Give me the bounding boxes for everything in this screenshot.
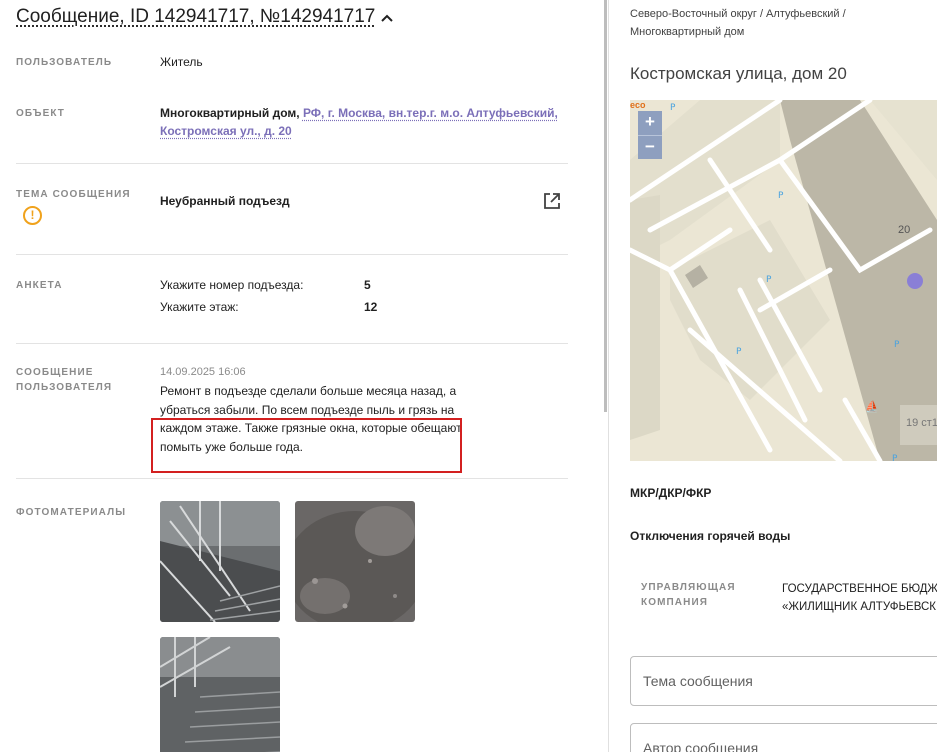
svg-text:P: P [894, 340, 900, 350]
author-field-placeholder: Автор сообщения [643, 740, 759, 752]
divider [16, 254, 568, 255]
user-message-label-line2: ПОЛЬЗОВАТЕЛЯ [16, 382, 113, 393]
user-label: ПОЛЬЗОВАТЕЛЬ [16, 57, 113, 68]
survey-answer: 12 [364, 300, 378, 314]
topic-value: Неубранный подъезд [160, 194, 290, 208]
survey-question: Укажите этаж: [160, 300, 239, 314]
message-date: 14.09.2025 16:06 [160, 366, 246, 378]
breadcrumb-line1[interactable]: Северо-Восточный округ / Алтуфьевский / [630, 8, 846, 20]
object-info-panel: Северо-Восточный округ / Алтуфьевский / … [609, 0, 937, 752]
chevron-up-icon[interactable] [381, 9, 394, 25]
management-company-value-line1: ГОСУДАРСТВЕННОЕ БЮДЖ [782, 583, 937, 595]
svg-text:P: P [736, 347, 742, 357]
management-company-value-line2: «ЖИЛИЩНИК АЛТУФЬЕВСК [782, 601, 937, 613]
photo-thumbnail[interactable] [160, 501, 280, 622]
topic-field[interactable]: Тема сообщения [630, 656, 937, 706]
object-type: Многоквартирный дом, [160, 106, 300, 120]
survey-label: АНКЕТА [16, 280, 63, 291]
scrollbar[interactable] [604, 0, 607, 412]
breadcrumb-line2[interactable]: Многоквартирный дом [630, 26, 744, 38]
zoom-out-button[interactable]: − [638, 135, 662, 159]
svg-text:P: P [892, 454, 898, 461]
management-company-label: УПРАВЛЯЮЩАЯ КОМПАНИЯ [641, 580, 736, 610]
management-company-label-line2: КОМПАНИЯ [641, 597, 709, 608]
object-label: ОБЪЕКТ [16, 108, 66, 119]
user-value: Житель [160, 55, 203, 69]
message-details-panel: Сообщение, ID 142941717, №142941717 ПОЛЬ… [0, 0, 604, 752]
divider [16, 343, 568, 344]
map-house-label: 19 ст1 [906, 417, 937, 429]
warning-icon: ! [23, 206, 42, 225]
svg-text:P: P [670, 103, 676, 113]
author-field[interactable]: Автор сообщения [630, 723, 937, 752]
open-external-icon[interactable] [542, 191, 562, 211]
object-address-link[interactable]: РФ, г. Москва, вн.тер.г. м.о. Алтуфьевск… [303, 106, 558, 120]
object-value: Многоквартирный дом, РФ, г. Москва, вн.т… [160, 104, 570, 140]
svg-text:P: P [766, 275, 772, 285]
mkr-section-title: МКР/ДКР/ФКР [630, 486, 712, 500]
user-message-label-line1: СООБЩЕНИЕ [16, 367, 94, 378]
management-company-value: ГОСУДАРСТВЕННОЕ БЮДЖ «ЖИЛИЩНИК АЛТУФЬЕВС… [782, 580, 937, 616]
object-address-title: Костромская улица, дом 20 [630, 64, 847, 83]
divider [16, 163, 568, 164]
highlight-box [151, 418, 462, 473]
zoom-in-button[interactable]: + [638, 111, 662, 135]
divider [16, 478, 568, 479]
photo-thumbnail[interactable] [295, 501, 415, 622]
photos-label: ФОТОМАТЕРИАЛЫ [16, 507, 127, 518]
topic-label: ТЕМА СООБЩЕНИЯ [16, 189, 131, 200]
object-address-link-2[interactable]: Костромская ул., д. 20 [160, 124, 292, 138]
survey-question: Укажите номер подъезда: [160, 278, 304, 292]
message-title-text: Сообщение, ID 142941717, №142941717 [16, 6, 376, 27]
message-title[interactable]: Сообщение, ID 142941717, №142941717 [16, 6, 394, 28]
topic-field-placeholder: Тема сообщения [643, 673, 753, 689]
photo-thumbnail[interactable] [160, 637, 280, 752]
hot-water-section-title: Отключения горячей воды [630, 529, 791, 543]
map-logo: eco [630, 100, 646, 110]
user-message-label: СООБЩЕНИЕ ПОЛЬЗОВАТЕЛЯ [16, 365, 112, 395]
survey-answer: 5 [364, 278, 371, 292]
map[interactable]: P P P P P P eco 20 19 ст1 ⛵ + − [630, 100, 937, 461]
map-house-label: 20 [898, 224, 911, 236]
map-poi-icon: ⛵ [865, 401, 879, 413]
breadcrumb: Северо-Восточный округ / Алтуфьевский / … [630, 5, 930, 41]
management-company-label-line1: УПРАВЛЯЮЩАЯ [641, 582, 736, 593]
svg-text:P: P [778, 191, 784, 201]
